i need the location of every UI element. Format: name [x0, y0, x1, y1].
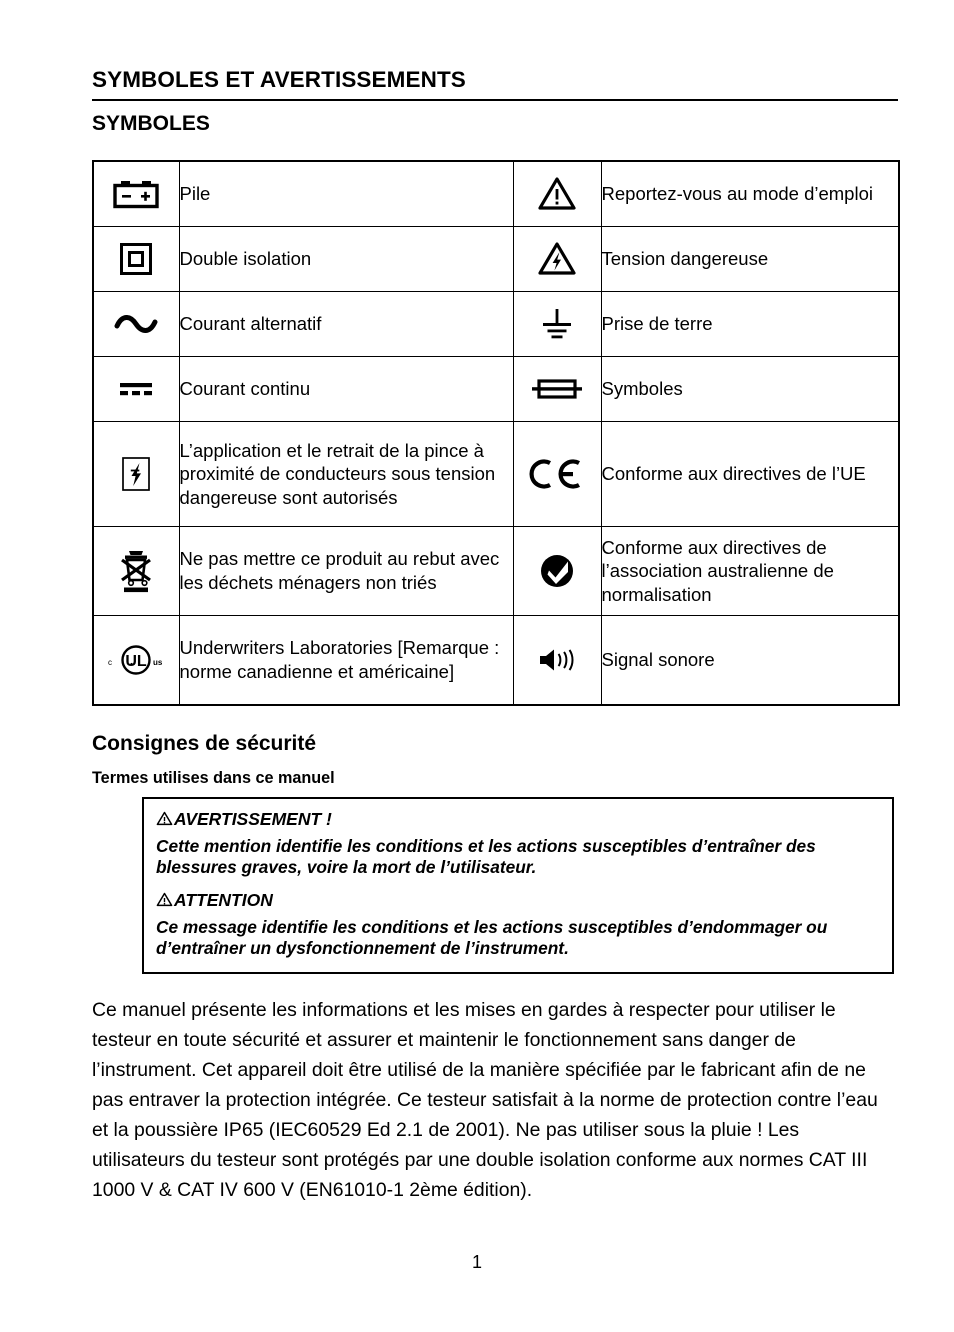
double-insulation-icon [120, 242, 153, 275]
battery-icon [113, 180, 159, 209]
high-voltage-triangle-icon-cell [512, 225, 602, 292]
table-row: L’application et le retrait de la pince … [92, 420, 900, 527]
safety-heading: Consignes de sécurité [92, 731, 317, 755]
high-voltage-triangle-icon [538, 242, 576, 275]
earth-ground-icon [543, 308, 571, 339]
title-rule [92, 98, 898, 101]
fuse-icon-cell [512, 355, 602, 422]
symbol-label: Pile [178, 159, 514, 227]
c-tick-icon-cell [512, 525, 602, 616]
table-row: Ne pas mettre ce produit au rebut avec l… [92, 525, 900, 616]
table-row: Pile Reportez-vous au mode d’emploi [92, 159, 900, 227]
svg-text:c: c [108, 658, 112, 667]
svg-text:UL: UL [126, 653, 148, 670]
ce-mark-icon-cell [512, 420, 602, 527]
symbol-label: Tension dangereuse [600, 225, 900, 292]
symbol-label: Courant alternatif [178, 290, 514, 357]
warning-title: AVERTISSEMENT ! [174, 808, 332, 829]
ce-mark-icon [529, 459, 580, 489]
speaker-icon [540, 649, 574, 671]
warning-title-line: AVERTISSEMENT ! [156, 809, 880, 830]
ac-current-icon-cell [92, 290, 180, 357]
caution-title-line: ATTENTION [156, 890, 880, 911]
symbol-label: Double isolation [178, 225, 514, 292]
symbol-label: Conforme aux directives de l’UE [600, 420, 900, 527]
warning-text: Cette mention identifie les conditions e… [156, 835, 816, 878]
warning-triangle-small-icon [156, 811, 173, 826]
fuse-icon [532, 379, 582, 399]
weee-bin-icon-cell [92, 525, 180, 616]
symbol-label: L’application et le retrait de la pince … [178, 420, 514, 527]
symbol-label: Underwriters Laboratories [Remarque : no… [178, 614, 514, 706]
symbols-table: Pile Reportez-vous au mode d’emploi Doub… [92, 159, 900, 706]
ul-listed-icon-cell: c UL us [92, 614, 180, 706]
page-content: SYMBOLES ET AVERTISSEMENTS SYMBOLES Pile [92, 0, 900, 1206]
warning-box: AVERTISSEMENT ! Cette mention identifie … [142, 796, 894, 975]
table-row: Courant alternatif Prise de terre [92, 290, 900, 357]
warning-triangle-icon [538, 177, 576, 210]
table-row: c UL us Underwriters Laboratories [Remar… [92, 614, 900, 706]
ul-listed-icon: c UL us [108, 645, 163, 675]
weee-bin-icon [121, 550, 152, 592]
table-row: Courant continu Symboles [92, 355, 900, 422]
symbol-label: Conforme aux directives de l’association… [600, 525, 900, 616]
speaker-icon-cell [512, 614, 602, 706]
symbol-label: Courant continu [178, 355, 514, 422]
symbol-label: Prise de terre [600, 290, 900, 357]
warning-triangle-icon-cell [512, 159, 602, 227]
svg-text:us: us [153, 658, 163, 667]
page-title: SYMBOLES ET AVERTISSEMENTS [92, 67, 466, 92]
dc-current-icon [120, 382, 153, 396]
symbol-label: Ne pas mettre ce produit au rebut avec l… [178, 525, 514, 616]
ac-current-icon [114, 314, 158, 333]
earth-ground-icon-cell [512, 290, 602, 357]
lightning-box-icon [122, 457, 151, 491]
page-number: 1 [471, 1252, 482, 1272]
warning-triangle-small-icon [156, 893, 173, 907]
c-tick-icon [541, 554, 573, 587]
caution-text: Ce message identifie les conditions et l… [156, 916, 828, 959]
dc-current-icon-cell [92, 355, 180, 422]
section-title: SYMBOLES [92, 111, 210, 135]
caution-title: ATTENTION [174, 889, 273, 910]
double-insulation-icon-cell [92, 225, 180, 292]
symbol-label: Signal sonore [600, 614, 900, 706]
battery-icon-cell [92, 159, 180, 227]
symbol-label: Reportez-vous au mode d’emploi [600, 159, 900, 227]
lightning-box-icon-cell [92, 420, 180, 527]
symbol-label: Symboles [600, 355, 900, 422]
safety-paragraph: Ce manuel présente les informations et l… [92, 999, 878, 1201]
table-row: Double isolation Tension dangereuse [92, 225, 900, 292]
safety-subheading: Termes utilises dans ce manuel [92, 769, 335, 788]
